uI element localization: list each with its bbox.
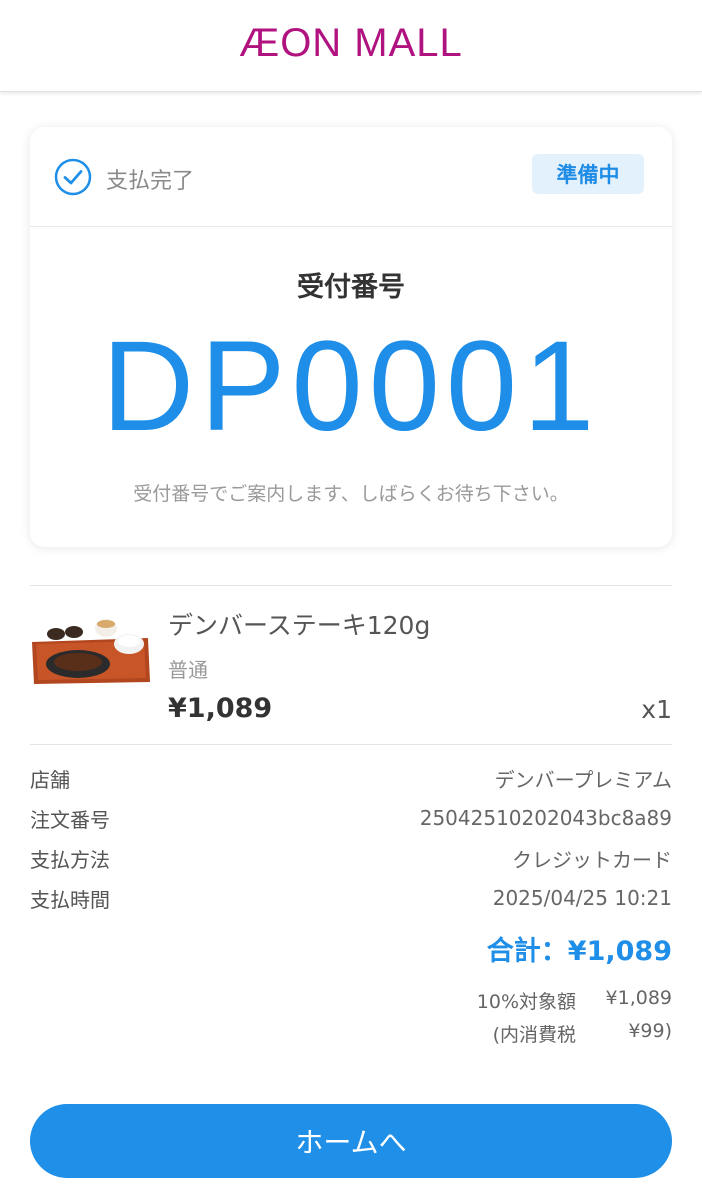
info-value: 2025/04/25 10:21 <box>492 886 672 910</box>
divider <box>30 585 672 586</box>
reception-number-title: 受付番号 <box>297 272 405 303</box>
reception-note: 受付番号でご案内します、しばらくお待ち下さい。 <box>133 483 569 505</box>
home-button[interactable]: ホームへ <box>30 1104 672 1178</box>
total-amount: 合計：¥1,089 <box>486 936 672 967</box>
check-circle-icon <box>54 158 92 196</box>
aeon-mall-logo: ÆON MALL <box>239 21 463 65</box>
consumption-tax-row: (内消費税 ¥99) <box>493 1020 672 1047</box>
item-option: 普通 <box>168 658 208 682</box>
item-thumbnail-image <box>30 612 150 686</box>
divider <box>30 744 672 745</box>
info-label: 支払時間 <box>30 887 110 912</box>
info-value: デンバープレミアム <box>494 767 672 792</box>
taxable-value: ¥1,089 <box>605 987 672 1009</box>
info-label: 支払方法 <box>30 847 110 872</box>
info-label: 注文番号 <box>30 807 110 832</box>
preparing-status-badge: 準備中 <box>532 154 644 194</box>
item-quantity: x1 <box>641 695 672 724</box>
info-row-payment-method: 支払方法 クレジットカード <box>30 843 672 873</box>
payment-complete-label: 支払完了 <box>106 169 195 194</box>
info-value: クレジットカード <box>512 847 672 872</box>
payment-status-row: 支払完了 準備中 <box>30 127 672 227</box>
reception-number: DP0001 <box>101 315 601 458</box>
consumption-tax-value: ¥99) <box>628 1020 672 1042</box>
app-header: ÆON MALL <box>0 0 702 92</box>
info-value: 25042510202043bc8a89 <box>419 806 672 830</box>
taxable-amount-row: 10%対象額 ¥1,089 <box>477 987 672 1014</box>
info-row-payment-time: 支払時間 2025/04/25 10:21 <box>30 883 672 913</box>
consumption-tax-label: (内消費税 <box>492 1024 576 1046</box>
item-price: ¥1,089 <box>168 693 273 724</box>
info-row-store: 店舗 デンバープレミアム <box>30 763 672 793</box>
info-row-order-number: 注文番号 25042510202043bc8a89 <box>30 803 672 833</box>
info-label: 店舗 <box>30 767 70 792</box>
item-name: デンバーステーキ120g <box>168 611 431 640</box>
order-status-card: 支払完了 準備中 受付番号 DP0001 受付番号でご案内します、しばらくお待ち… <box>30 127 672 547</box>
taxable-label: 10%対象額 <box>476 991 576 1013</box>
